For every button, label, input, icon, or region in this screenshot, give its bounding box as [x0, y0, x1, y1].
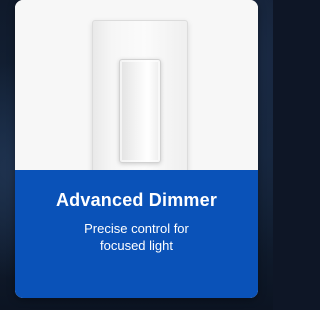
dimmer-rocker: [119, 59, 161, 163]
description-line-1: Precise control for: [84, 221, 189, 236]
product-card[interactable]: Advanced Dimmer Precise control for focu…: [15, 0, 258, 298]
product-banner: Advanced Dimmer Precise control for focu…: [15, 170, 258, 298]
description-line-2: focused light: [100, 238, 173, 253]
product-title: Advanced Dimmer: [55, 190, 218, 210]
product-image: [15, 0, 258, 202]
product-description: Precise control for focused light: [15, 220, 258, 254]
